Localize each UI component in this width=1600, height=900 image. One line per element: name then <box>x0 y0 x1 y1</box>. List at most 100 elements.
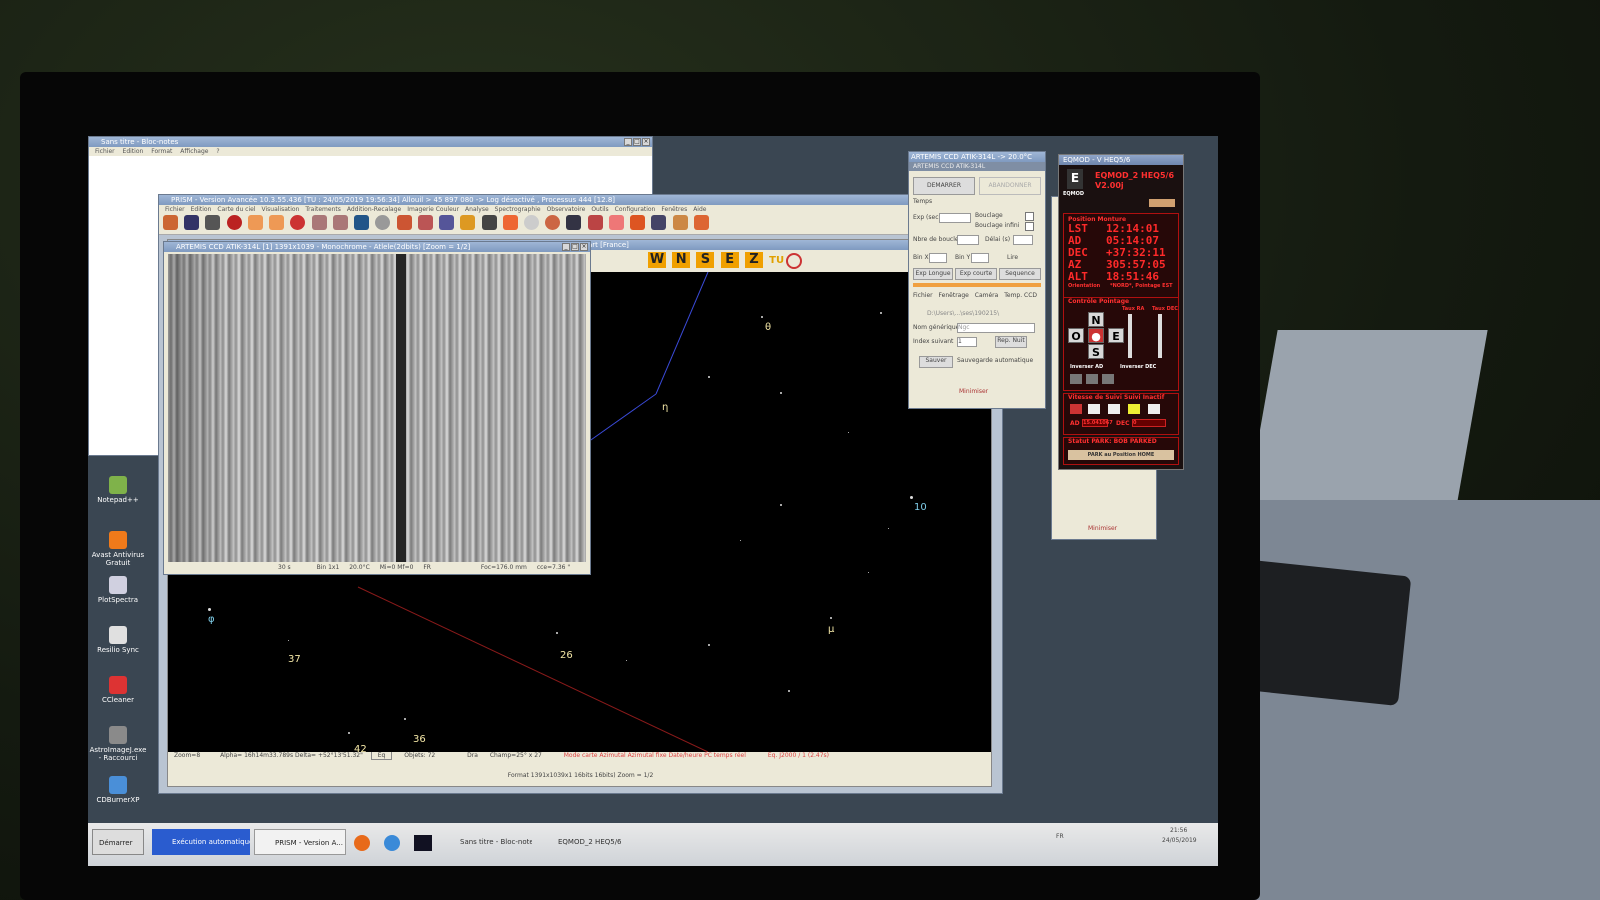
south-slew-button[interactable]: S <box>1088 344 1104 359</box>
browser-icon[interactable] <box>384 835 400 851</box>
spectro-icon[interactable] <box>587 215 603 230</box>
desktop-icon[interactable]: Notepad++ <box>88 476 148 504</box>
info-icon[interactable] <box>226 215 242 230</box>
desktop-icon[interactable]: PlotSpectra <box>88 576 148 604</box>
coord-system-select[interactable]: Eq <box>370 752 393 760</box>
taskbar-autorun[interactable]: Exécution automatique <box>152 829 250 855</box>
hand-icon[interactable] <box>630 215 646 230</box>
lunar-rate-icon[interactable] <box>1108 404 1120 414</box>
notepad-titlebar[interactable]: Sans titre - Bloc-notes <box>89 137 652 147</box>
south-button[interactable]: S <box>696 252 715 268</box>
tab-fichier[interactable]: Fichier <box>913 292 933 299</box>
sidereal-icon[interactable] <box>1070 404 1082 414</box>
north-slew-button[interactable]: N <box>1088 312 1104 327</box>
menu-edition[interactable]: Edition <box>123 148 144 155</box>
taskbar-notepad[interactable]: Sans titre - Bloc-notes <box>440 829 532 855</box>
dec-rate-input[interactable]: 0 <box>1132 419 1166 427</box>
long-exposure-button[interactable]: Exp Longue <box>913 268 953 280</box>
stop-button[interactable]: ● <box>1088 328 1104 343</box>
prism-menu-item[interactable]: Traitements <box>305 206 340 213</box>
minimize-button[interactable]: Minimiser <box>1088 525 1117 532</box>
firefox-icon[interactable] <box>354 835 370 851</box>
contrast-icon[interactable] <box>290 215 306 230</box>
desktop-icon[interactable]: CCleaner <box>88 676 148 704</box>
park-icon[interactable] <box>1102 374 1114 384</box>
eqmod-titlebar[interactable]: EQMOD - V HEQ5/6 <box>1059 155 1183 165</box>
disk-icon[interactable] <box>375 215 391 230</box>
planet-icon[interactable] <box>545 215 561 230</box>
ccd-titlebar[interactable]: ARTEMIS CCD ATIK-314L [1] 1391x1039 - Mo… <box>164 242 590 252</box>
ra-rate-input[interactable]: 15.041067 <box>1082 419 1113 427</box>
prism-menu-item[interactable]: Aide <box>693 206 706 213</box>
zoom-out-icon[interactable] <box>332 215 348 230</box>
chart-icon[interactable] <box>672 215 688 230</box>
taskbar-prism[interactable]: PRISM - Version A... <box>254 829 346 855</box>
flame-icon[interactable] <box>502 215 518 230</box>
custom-rate-icon[interactable] <box>1148 404 1160 414</box>
desktop-icon[interactable]: Avast Antivirus Gratuit <box>88 531 148 567</box>
binx-input[interactable] <box>929 253 947 263</box>
prism-menu-item[interactable]: Outils <box>591 206 608 213</box>
moon-icon[interactable] <box>523 215 539 230</box>
prism-menu-item[interactable]: Edition <box>191 206 212 213</box>
generic-name-input[interactable]: Ngc <box>957 323 1035 333</box>
color-icon[interactable] <box>417 215 433 230</box>
clock-time[interactable]: 21:56 <box>1170 827 1187 834</box>
menu-help[interactable]: ? <box>216 148 219 155</box>
start-button[interactable]: DEMARRER <box>913 177 975 195</box>
telescope-icon[interactable] <box>481 215 497 230</box>
clock-icon[interactable] <box>786 253 803 269</box>
east-slew-button[interactable]: E <box>1108 328 1124 343</box>
menu-fichier[interactable]: Fichier <box>95 148 115 155</box>
tu-button[interactable]: TU <box>769 255 784 266</box>
prism-menu-item[interactable]: Addition-Recalage <box>347 206 401 213</box>
taskbar-eqmod[interactable]: EQMOD_2 HEQ5/6 <box>538 829 628 855</box>
wrench-icon[interactable] <box>247 215 263 230</box>
prism-menu-item[interactable]: Observatoire <box>547 206 586 213</box>
iris-icon[interactable] <box>414 835 432 851</box>
prism-menu-item[interactable]: Spectrographie <box>495 206 541 213</box>
open-icon[interactable] <box>163 215 178 230</box>
prism-titlebar[interactable]: PRISM - Version Avancée 10.3.55.436 [TU … <box>159 195 1002 205</box>
tool-icon[interactable] <box>269 215 285 230</box>
night-folder-button[interactable]: Rep. Nuit <box>995 336 1027 348</box>
tab-camera[interactable]: Caméra <box>975 292 999 299</box>
invert-dec-label[interactable]: Inverser DEC <box>1120 364 1156 370</box>
camera-icon[interactable] <box>566 215 582 230</box>
loop-count-input[interactable] <box>957 235 979 245</box>
screen-icon[interactable] <box>651 215 667 230</box>
observatory-icon[interactable] <box>693 215 709 230</box>
start-button[interactable]: Démarrer <box>92 829 144 855</box>
loop-infinite-checkbox[interactable] <box>1025 222 1034 231</box>
sync-icon[interactable] <box>1086 374 1098 384</box>
zoom-in-icon[interactable] <box>311 215 327 230</box>
save-button[interactable]: Sauver <box>919 356 953 368</box>
eqmod-settings-button[interactable] <box>1149 199 1175 207</box>
tab-temp-ccd[interactable]: Temp. CCD <box>1004 292 1037 299</box>
exposure-input[interactable] <box>939 213 971 223</box>
monitor-icon[interactable] <box>354 215 370 230</box>
solar-rate-icon[interactable] <box>1128 404 1140 414</box>
star-rate-icon[interactable] <box>1088 404 1100 414</box>
filter-icon[interactable] <box>396 215 412 230</box>
prism-menu-item[interactable]: Analyse <box>465 206 489 213</box>
north-button[interactable]: N <box>672 252 691 268</box>
tab-fenetrage[interactable]: Fenêtrage <box>939 292 969 299</box>
prism-menu-item[interactable]: Fichier <box>165 206 185 213</box>
minimize-icon[interactable]: _ <box>562 243 570 251</box>
west-slew-button[interactable]: O <box>1068 328 1084 343</box>
biny-input[interactable] <box>971 253 989 263</box>
short-exposure-button[interactable]: Exp courte <box>955 268 997 280</box>
desktop-icon[interactable]: Resilio Sync <box>88 626 148 654</box>
east-button[interactable]: E <box>720 252 739 268</box>
zenith-button[interactable]: Z <box>744 252 763 268</box>
prism-menu-item[interactable]: Imagerie Couleur <box>407 206 459 213</box>
ra-rate-slider[interactable] <box>1128 314 1132 358</box>
layers-icon[interactable] <box>460 215 476 230</box>
language-indicator[interactable]: FR <box>1056 833 1064 840</box>
abort-button[interactable]: ABANDONNER <box>979 177 1041 195</box>
stack-icon[interactable] <box>439 215 455 230</box>
menu-affichage[interactable]: Affichage <box>180 148 208 155</box>
desktop-icon[interactable]: AstroImageJ.exe - Raccourci <box>88 726 148 762</box>
maximize-icon[interactable]: □ <box>571 243 579 251</box>
